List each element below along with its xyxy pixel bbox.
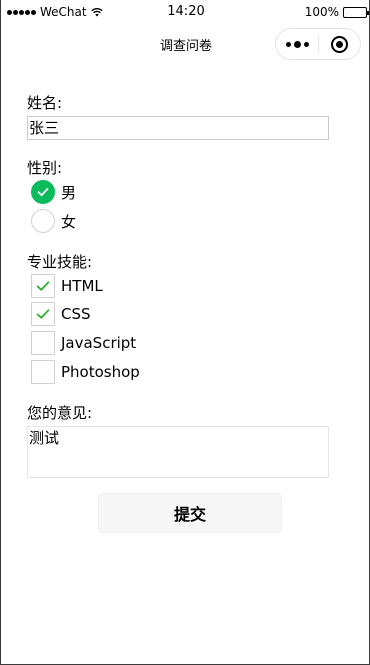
checkbox-unchecked[interactable] — [31, 331, 55, 355]
opinion-textarea[interactable]: 测试 — [27, 426, 329, 478]
skill-option-javascript[interactable]: JavaScript — [31, 331, 136, 355]
check-icon — [37, 187, 49, 197]
skills-label: 专业技能: — [27, 253, 93, 271]
checkbox-unchecked[interactable] — [31, 360, 55, 384]
close-button[interactable] — [319, 29, 360, 59]
skill-option-label: HTML — [61, 277, 103, 295]
radio-checked-icon[interactable] — [31, 180, 55, 204]
check-icon — [36, 309, 50, 319]
menu-capsule — [275, 28, 361, 60]
submit-button[interactable]: 提交 — [98, 493, 282, 533]
skill-option-css[interactable]: CSS — [31, 302, 91, 326]
gender-option-female[interactable]: 女 — [31, 209, 76, 233]
more-button[interactable] — [276, 29, 318, 59]
status-right: 100% — [304, 5, 369, 19]
phone-frame: WeChat 14:20 100% 调查问卷 姓名: 张三 性别: 男 女 专业… — [0, 0, 370, 665]
opinion-label: 您的意见: — [27, 404, 93, 422]
gender-label: 性别: — [27, 159, 63, 177]
navigation-bar: 调查问卷 — [1, 24, 370, 64]
name-input[interactable]: 张三 — [27, 116, 329, 140]
gender-option-label: 女 — [61, 212, 77, 231]
name-label: 姓名: — [27, 94, 63, 112]
skill-option-label: Photoshop — [61, 363, 140, 381]
gender-option-label: 男 — [61, 183, 77, 202]
status-bar: WeChat 14:20 100% — [1, 0, 370, 24]
radio-unchecked-icon[interactable] — [31, 209, 55, 233]
check-icon — [36, 281, 50, 291]
skill-option-label: JavaScript — [61, 334, 137, 352]
skill-option-label: CSS — [61, 305, 91, 323]
skill-option-photoshop[interactable]: Photoshop — [31, 360, 140, 384]
checkbox-checked[interactable] — [31, 302, 55, 326]
checkbox-checked[interactable] — [31, 274, 55, 298]
gender-option-male[interactable]: 男 — [31, 180, 76, 204]
close-target-icon — [330, 35, 348, 53]
skill-option-html[interactable]: HTML — [31, 274, 103, 298]
battery-icon — [343, 6, 369, 18]
battery-percent: 100% — [304, 5, 339, 19]
